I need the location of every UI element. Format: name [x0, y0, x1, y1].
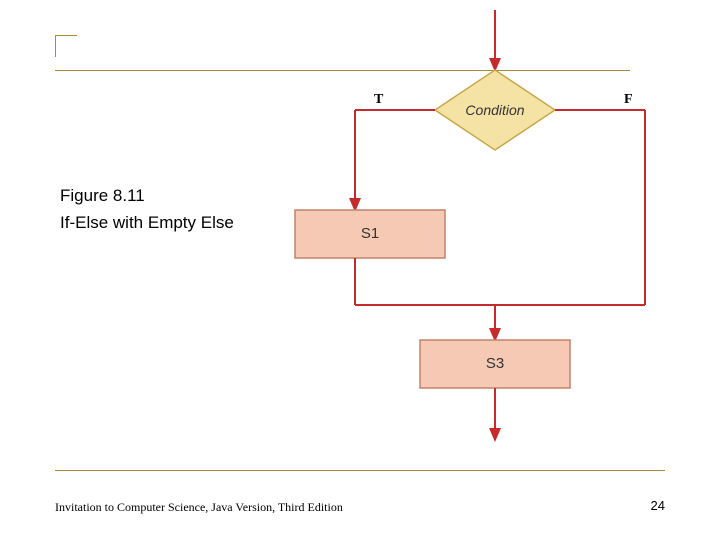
box-s3: S3 — [420, 340, 570, 388]
footer-text: Invitation to Computer Science, Java Ver… — [55, 500, 343, 515]
bottom-rule — [55, 470, 665, 471]
condition-text: Condition — [465, 102, 524, 118]
s1-text: S1 — [361, 225, 379, 242]
slide: Figure 8.11 If-Else with Empty Else T F … — [0, 0, 720, 540]
figure-caption: Figure 8.11 If-Else with Empty Else — [60, 182, 234, 236]
top-rule — [55, 70, 630, 71]
true-label: T — [374, 92, 383, 108]
s3-text: S3 — [486, 355, 504, 372]
flowchart-diagram: Condition S1 S3 — [275, 10, 675, 458]
figure-title: If-Else with Empty Else — [60, 209, 234, 236]
condition-diamond: Condition — [435, 70, 555, 150]
false-label: F — [624, 92, 633, 108]
corner-tick — [55, 35, 77, 57]
box-s1: S1 — [295, 210, 445, 258]
figure-number: Figure 8.11 — [60, 182, 234, 209]
page-number: 24 — [651, 498, 665, 513]
